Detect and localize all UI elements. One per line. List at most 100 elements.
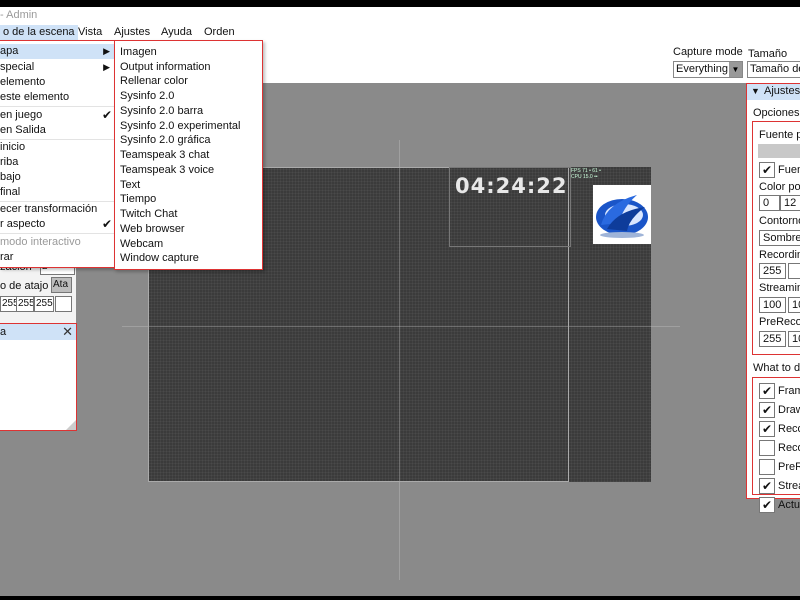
menu-item-interactive-mode: modo interactivo: [0, 236, 81, 248]
source-option-web-browser[interactable]: Web browser: [120, 222, 185, 237]
source-option-text[interactable]: Text: [120, 178, 140, 193]
title-bar: - Admin: [0, 7, 800, 24]
sources-panel-header: a ✕: [0, 324, 76, 340]
prerecord-label: PreReco: [759, 316, 800, 328]
sysinfo-cpu: CPU 15.0 ••: [571, 174, 598, 180]
source-option-sysinfo-bar[interactable]: Sysinfo 2.0 barra: [120, 104, 203, 119]
draw-checkbox-6[interactable]: ✔: [759, 497, 775, 513]
chevron-down-icon: ▼: [729, 62, 742, 77]
source-option-fill-color[interactable]: Rellenar color: [120, 74, 188, 89]
source-option-sysinfo[interactable]: Sysinfo 2.0: [120, 89, 174, 104]
font-select[interactable]: [758, 144, 800, 158]
draw-checkbox-5[interactable]: ✔: [759, 478, 775, 494]
prerecord-input-2[interactable]: 10: [788, 331, 800, 347]
draw-label-4: PreR: [778, 461, 800, 473]
color-label: Color po: [759, 181, 800, 193]
resize-grip-icon[interactable]: [66, 420, 76, 430]
color-swatch[interactable]: [55, 296, 72, 312]
menu-item-in-output[interactable]: en Salida: [0, 123, 114, 138]
source-option-teamspeak-chat[interactable]: Teamspeak 3 chat: [120, 148, 209, 163]
logo-icon: [596, 195, 648, 238]
menu-view[interactable]: Vista: [75, 25, 105, 40]
collapse-triangle-icon: ▼: [751, 86, 760, 96]
menu-item-to-end[interactable]: final: [0, 185, 114, 200]
sources-panel: a ✕: [0, 323, 77, 431]
menu-item-add-label: apa: [0, 45, 19, 57]
source-option-twitch-chat[interactable]: Twitch Chat: [120, 207, 177, 222]
size-select[interactable]: Tamaño de: [747, 61, 800, 78]
capture-mode-label: Capture mode: [673, 46, 743, 58]
source-option-teamspeak-voice[interactable]: Teamspeak 3 voice: [120, 163, 214, 178]
menu-item-in-game[interactable]: en juego ✔: [0, 108, 114, 123]
menu-item-aspect[interactable]: r aspecto ✔: [0, 217, 114, 232]
draw-label-6: Actu: [778, 499, 800, 511]
menu-item-special[interactable]: special ▶: [0, 60, 114, 75]
draw-checkbox-0[interactable]: ✔: [759, 383, 775, 399]
color-input-1[interactable]: 0: [759, 195, 780, 211]
submenu-arrow-icon: ▶: [103, 62, 110, 72]
menu-item-down[interactable]: bajo: [0, 170, 114, 185]
recording-input-2[interactable]: [788, 263, 800, 279]
menu-separator: [0, 233, 114, 234]
menu-item-in-game-label: en juego: [0, 109, 43, 121]
settings-panel-header[interactable]: ▼ Ajustes: [747, 84, 800, 100]
options-label: Opciones: [753, 107, 800, 119]
settings-panel: ▼ Ajustes Opciones Fuente p ✔ Fuen Color…: [746, 83, 800, 513]
font-check-label: Fuen: [778, 164, 800, 176]
screen-bottom-edge: [0, 596, 800, 600]
checkmark-icon: ✔: [101, 217, 112, 231]
draw-label-0: Fram: [778, 385, 800, 397]
draw-checkbox-3[interactable]: [759, 440, 775, 456]
font-checkbox[interactable]: ✔: [759, 162, 775, 178]
source-option-sysinfo-graph[interactable]: Sysinfo 2.0 gráfica: [120, 133, 211, 148]
app-logo-image: [593, 185, 651, 244]
source-option-time[interactable]: Tiempo: [120, 192, 156, 207]
color-input-2[interactable]: 12: [780, 195, 800, 211]
capture-mode-value: Everything: [676, 63, 728, 75]
streaming-input-2[interactable]: 10: [788, 297, 800, 313]
window-title: - Admin: [0, 9, 38, 21]
what-to-draw-label: What to dr: [753, 362, 800, 374]
add-source-submenu: Imagen Output information Rellenar color…: [114, 40, 263, 270]
close-icon[interactable]: ✕: [62, 324, 73, 340]
draw-label-5: Strea: [778, 480, 800, 492]
draw-checkbox-1[interactable]: ✔: [759, 402, 775, 418]
checkmark-icon: ✔: [101, 108, 112, 122]
prerecord-input-1[interactable]: 255: [759, 331, 786, 347]
menu-item-reset-transform[interactable]: ecer transformación: [0, 202, 114, 217]
menu-item-up[interactable]: riba: [0, 155, 114, 170]
menu-item-this-element[interactable]: este elemento: [0, 90, 114, 105]
draw-checkbox-2[interactable]: ✔: [759, 421, 775, 437]
clock-text: 04:24:22: [455, 174, 568, 198]
draw-checkbox-4[interactable]: [759, 459, 775, 475]
draw-label-2: Reco: [778, 423, 800, 435]
sysinfo-overlay: FPS 71 • 61 • CPU 15.0 ••: [571, 168, 601, 180]
source-option-sysinfo-experimental[interactable]: Sysinfo 2.0 experimental: [120, 119, 240, 134]
recording-input-1[interactable]: 255: [759, 263, 786, 279]
screen-top-edge: [0, 0, 800, 7]
recording-label: Recordin: [759, 249, 800, 261]
shortcut-button[interactable]: Ata: [51, 277, 72, 293]
menu-settings[interactable]: Ajustes: [111, 25, 153, 40]
menu-item-element[interactable]: elemento: [0, 75, 114, 90]
capture-mode-select[interactable]: Everything ▼: [673, 61, 743, 78]
menu-order[interactable]: Orden: [201, 25, 238, 40]
menu-item-remove[interactable]: rar: [0, 250, 114, 265]
font-label: Fuente p: [759, 129, 800, 141]
source-option-window-capture[interactable]: Window capture: [120, 251, 199, 266]
menu-scene-elements[interactable]: o de la escena: [0, 25, 78, 40]
rgb-r-input[interactable]: 255: [0, 296, 17, 312]
menu-item-add[interactable]: apa ▶: [0, 44, 114, 59]
source-option-output-information[interactable]: Output information: [120, 60, 211, 75]
rgb-b-input[interactable]: 255: [34, 296, 54, 312]
contour-label: Contorno: [759, 215, 800, 227]
source-option-image[interactable]: Imagen: [120, 45, 157, 60]
menu-item-to-start[interactable]: inicio: [0, 140, 114, 155]
streaming-input-1[interactable]: 100: [759, 297, 786, 313]
rgb-g-input[interactable]: 255: [16, 296, 34, 312]
menu-help[interactable]: Ayuda: [158, 25, 195, 40]
streaming-label: Streamin: [759, 282, 800, 294]
contour-select[interactable]: Sombre: [759, 230, 800, 246]
menu-item-special-label: special: [0, 61, 35, 73]
source-option-webcam[interactable]: Webcam: [120, 237, 163, 252]
